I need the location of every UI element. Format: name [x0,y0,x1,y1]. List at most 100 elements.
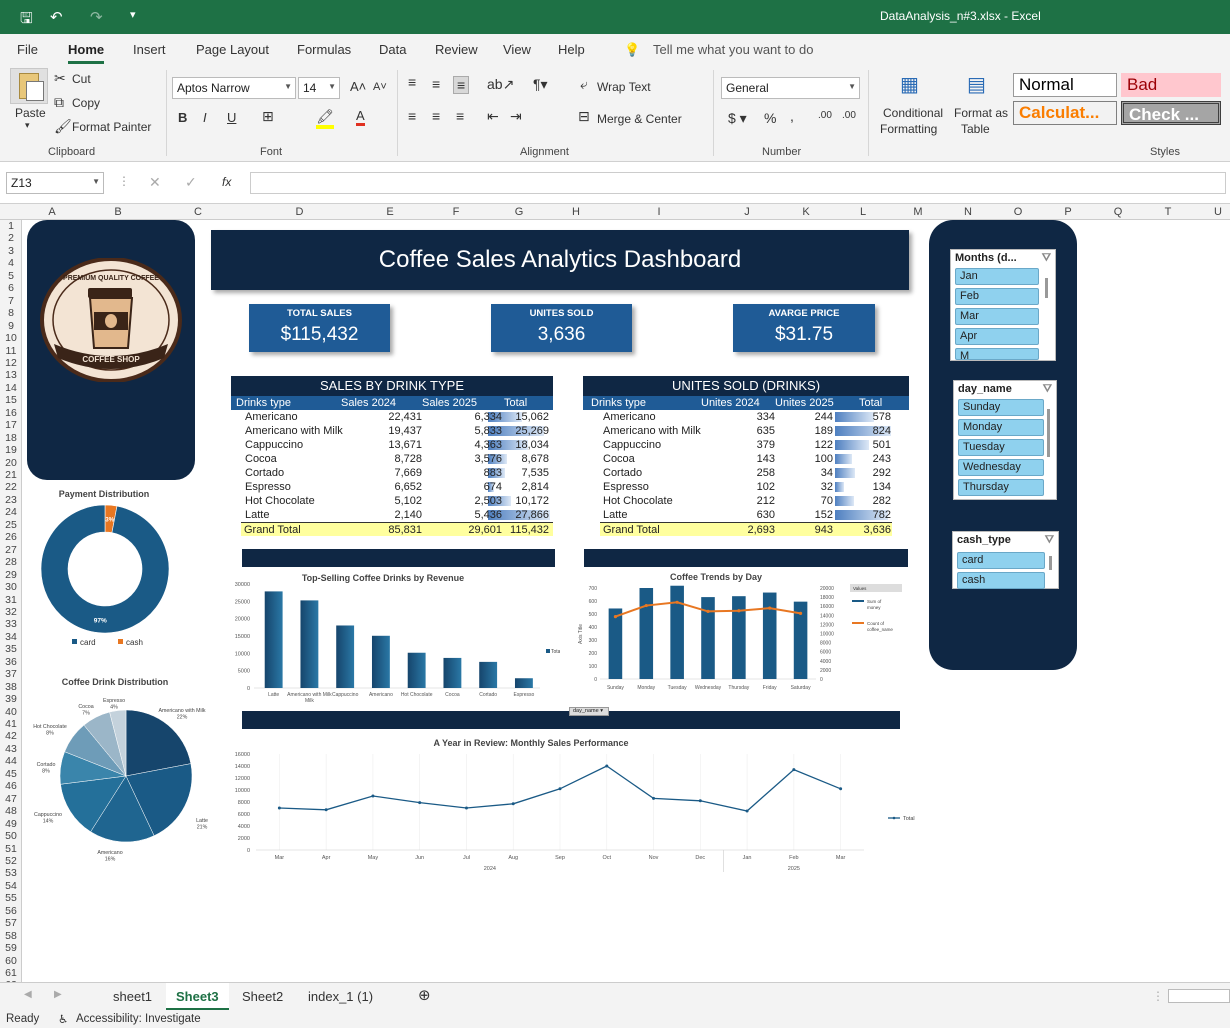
row-header[interactable]: 14 [0,382,22,394]
row-label[interactable]: Cappuccino [245,439,303,451]
align-top-icon[interactable]: ≡ [408,74,416,90]
font-name-select[interactable]: Aptos Narrow ▼ [172,77,296,99]
row-header[interactable]: 35 [0,643,22,655]
bar[interactable] [670,585,684,679]
format-as-table-label-2[interactable]: Table [961,122,990,136]
style-bad[interactable]: Bad [1121,73,1221,97]
bar[interactable] [407,652,426,688]
row-header[interactable]: 51 [0,843,22,855]
sheet-tab-active[interactable]: Sheet3 [166,983,229,1010]
line-point[interactable] [464,806,468,810]
bar[interactable] [300,600,319,688]
underline-icon[interactable]: U [227,110,236,125]
slicer-item[interactable]: M [955,348,1039,360]
column-header[interactable]: T [1143,206,1193,218]
row-header[interactable]: 43 [0,743,22,755]
row-header[interactable]: 29 [0,569,22,581]
column-header[interactable]: D [242,206,357,218]
name-box[interactable]: Z13 ▼ [6,172,104,194]
row-header[interactable]: 39 [0,693,22,705]
column-header[interactable]: Q [1093,206,1143,218]
row-header[interactable]: 40 [0,706,22,718]
row-header[interactable]: 42 [0,730,22,742]
tab-view[interactable]: View [503,42,531,57]
horizontal-scrollbar[interactable] [1168,989,1230,1003]
sheet-tab[interactable]: Sheet2 [242,989,283,1004]
filter-icon[interactable]: ⛛ [1043,383,1052,396]
customize-qat-icon[interactable]: ▾ [130,8,136,21]
line-point[interactable] [768,606,772,610]
row-header[interactable]: 7 [0,295,22,307]
line-point[interactable] [737,609,741,613]
top-selling-drinks-chart[interactable]: Top-Selling Coffee Drinks by Revenue 0 500… [228,570,560,712]
row-header[interactable]: 6 [0,282,22,294]
row-header[interactable]: 54 [0,880,22,892]
column-header[interactable]: Drinks type [591,397,646,409]
row-header[interactable]: 16 [0,407,22,419]
monthly-sales-line-chart[interactable]: A Year in Review: Monthly Sales Performa… [228,734,928,880]
column-header[interactable]: E [357,206,423,218]
row-header[interactable]: 32 [0,606,22,618]
line-point[interactable] [652,796,656,800]
line-point[interactable] [605,764,609,768]
slicer-item[interactable]: Feb [955,288,1039,305]
conditional-formatting-label-1[interactable]: Conditional [883,106,943,120]
line-point[interactable] [511,802,515,806]
row-header[interactable]: 59 [0,942,22,954]
format-painter-button[interactable]: Format Painter [72,120,151,134]
bar[interactable] [762,592,777,679]
line-point[interactable] [745,809,749,813]
row-header[interactable]: 19 [0,444,22,456]
bar[interactable] [371,635,390,688]
row-header[interactable]: 55 [0,892,22,904]
row-header[interactable]: 30 [0,581,22,593]
row-label[interactable]: Cortado [603,467,642,479]
row-label[interactable]: Americano [603,411,656,423]
slicer-item[interactable]: Thursday [958,479,1044,496]
row-header[interactable]: 28 [0,556,22,568]
row-header[interactable]: 23 [0,494,22,506]
cut-button[interactable]: Cut [72,72,91,86]
decrease-decimal-icon[interactable]: .00 [842,110,856,121]
column-header[interactable]: H [549,206,603,218]
increase-font-icon[interactable]: A˄ [350,79,366,94]
line-point[interactable] [675,600,679,604]
slicer-item[interactable]: Mar [955,308,1039,325]
column-header[interactable]: J [715,206,779,218]
row-header[interactable]: 2 [0,232,22,244]
decrease-font-icon[interactable]: A˅ [373,81,387,93]
format-as-table-label-1[interactable]: Format as [954,106,1008,120]
bar[interactable] [732,596,746,679]
pie-slice[interactable] [40,504,170,634]
enter-icon[interactable]: ✓ [185,174,197,191]
save-icon[interactable]: 🖫 [20,8,33,33]
undo-icon[interactable]: ↶ [50,8,63,26]
row-header[interactable]: 36 [0,656,22,668]
bar[interactable] [264,591,283,688]
column-header[interactable]: N [943,206,993,218]
line-point[interactable] [792,768,796,772]
copy-button[interactable]: Copy [72,96,100,110]
align-middle-icon[interactable]: ≡ [432,76,440,92]
column-header[interactable]: C [154,206,242,218]
style-check[interactable]: Check ... [1121,101,1221,125]
row-header[interactable]: 11 [0,345,22,357]
slicer-item[interactable]: Jan [955,268,1039,285]
row-header[interactable]: 37 [0,668,22,680]
font-color-icon[interactable]: A [356,108,365,126]
align-center-icon[interactable]: ≡ [432,108,440,124]
paste-dropdown-icon[interactable]: ▾ [25,120,30,131]
filter-icon[interactable]: ⛛ [1045,534,1054,547]
add-sheet-icon[interactable]: ⊕ [418,986,431,1004]
row-header[interactable]: 53 [0,867,22,879]
column-header[interactable]: I [603,206,715,218]
row-label[interactable]: Hot Chocolate [245,495,315,507]
line-point[interactable] [324,808,328,812]
decrease-indent-icon[interactable]: ⇤ [487,108,499,125]
insert-function-button[interactable]: fx [222,175,231,189]
line-point[interactable] [418,801,422,805]
bar[interactable] [639,588,654,679]
slicer-item[interactable]: Apr [955,328,1039,345]
borders-icon[interactable]: ⊞ [262,108,274,125]
row-header[interactable]: 13 [0,369,22,381]
